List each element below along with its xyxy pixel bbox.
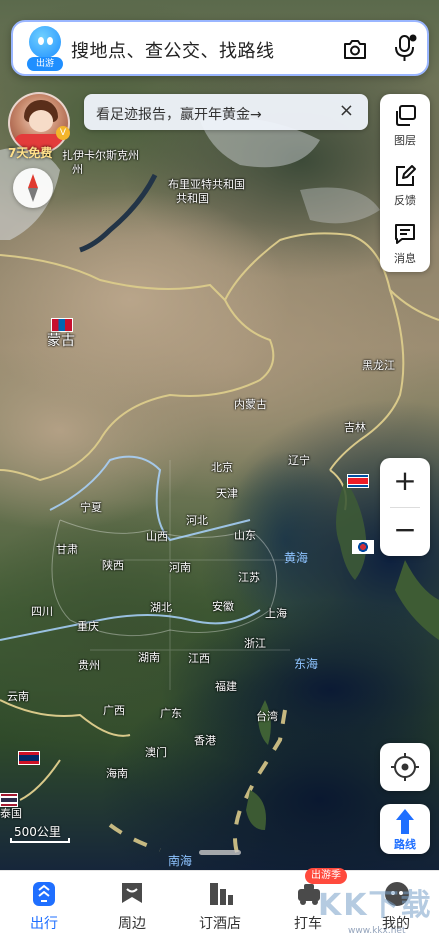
- footprint-report-banner[interactable]: 看足迹报告，赢开年黄金→ ×: [84, 94, 368, 130]
- banner-text[interactable]: 看足迹报告，赢开年黄金→: [96, 104, 262, 124]
- zoom-control: + −: [380, 458, 430, 556]
- thailand-flag-icon: [0, 793, 18, 807]
- map-label-hunan[interactable]: 湖南: [138, 652, 160, 663]
- search-bar[interactable]: 出游 搜地点、查公交、找路线: [11, 20, 429, 76]
- vip-badge: V: [56, 126, 70, 140]
- map-label-hainan[interactable]: 海南: [106, 768, 128, 779]
- map-label-buryatia: 布里亚特共和国: [168, 178, 245, 191]
- map-label-shanghai[interactable]: 上海: [265, 608, 287, 619]
- map-label-shanxi[interactable]: 山西: [146, 531, 168, 542]
- south-korea-flag-icon: [352, 540, 374, 554]
- map-label-beijing[interactable]: 北京: [211, 462, 233, 473]
- map-label-henan[interactable]: 河南: [169, 562, 191, 573]
- map-label-yellow-sea: 黄海: [284, 551, 309, 565]
- watermark-url: www.kkx.net: [348, 926, 406, 936]
- locate-button[interactable]: [380, 743, 430, 791]
- map-label-taiwan[interactable]: 台湾: [256, 711, 278, 722]
- map-label-hubei[interactable]: 湖北: [150, 602, 172, 613]
- hotel-icon: [210, 883, 233, 905]
- search-input[interactable]: 搜地点、查公交、找路线: [71, 37, 275, 63]
- map-label-heilongjiang[interactable]: 黑龙江: [362, 360, 395, 371]
- zoom-in-button[interactable]: +: [380, 458, 430, 507]
- map-label-south-china-sea: 南海: [168, 854, 193, 868]
- map-label-hebei[interactable]: 河北: [186, 515, 208, 526]
- scale-bar: [10, 838, 70, 843]
- map-label-mongolia[interactable]: 蒙古: [47, 334, 75, 348]
- drag-handle[interactable]: [199, 850, 241, 855]
- microphone-icon[interactable]: [393, 34, 417, 62]
- map-label-guangdong[interactable]: 广东: [160, 708, 182, 719]
- map-label-zabaykalsky-line2: 州: [72, 163, 83, 176]
- map-label-liaoning[interactable]: 辽宁: [288, 455, 310, 466]
- tab-travel[interactable]: 出行: [0, 871, 88, 938]
- watermark: KK下载: [318, 888, 433, 923]
- map-label-jiangxi[interactable]: 江西: [188, 653, 210, 664]
- map-label-inner-mongolia[interactable]: 内蒙古: [234, 399, 267, 410]
- tab-hotel-label: 订酒店: [199, 916, 241, 932]
- messages-label: 消息: [394, 252, 416, 265]
- route-arrow-icon: [396, 809, 414, 834]
- map-label-yunnan[interactable]: 云南: [7, 691, 29, 702]
- map-label-east-china-sea: 东海: [294, 657, 319, 671]
- locate-icon: [391, 753, 419, 781]
- map-label-chongqing[interactable]: 重庆: [77, 621, 99, 632]
- map-label-guangxi[interactable]: 广西: [103, 705, 125, 716]
- mascot-icon: [29, 26, 61, 58]
- map-tools-panel: 图层 反馈 消息: [380, 94, 430, 272]
- map-label-sichuan[interactable]: 四川: [31, 606, 53, 617]
- nearby-icon: [122, 883, 142, 903]
- map-label-jilin[interactable]: 吉林: [344, 422, 366, 433]
- feedback-button[interactable]: 反馈: [380, 156, 430, 214]
- route-label: 路线: [394, 838, 416, 851]
- map-label-hongkong[interactable]: 香港: [194, 735, 216, 746]
- avatar-promo-label[interactable]: 7天免费: [8, 144, 52, 161]
- camera-icon[interactable]: [343, 38, 367, 60]
- map-label-jiangsu[interactable]: 江苏: [238, 572, 260, 583]
- feedback-edit-icon: [396, 165, 416, 186]
- tab-nearby[interactable]: 周边: [88, 871, 176, 938]
- messages-button[interactable]: 消息: [380, 214, 430, 272]
- tab-hotel[interactable]: 订酒店: [176, 871, 264, 938]
- map-label-buryatia-line2: 共和国: [176, 192, 209, 205]
- map-label-thailand[interactable]: 泰国: [0, 808, 22, 819]
- travel-icon: [33, 882, 55, 906]
- mongolia-flag-icon: [51, 318, 73, 332]
- route-button[interactable]: 路线: [380, 804, 430, 854]
- feedback-label: 反馈: [394, 194, 416, 207]
- zoom-out-button[interactable]: −: [380, 507, 430, 556]
- map-label-guizhou[interactable]: 贵州: [78, 660, 100, 671]
- layers-label: 图层: [394, 134, 416, 147]
- layers-button[interactable]: 图层: [380, 96, 430, 154]
- compass-button[interactable]: [13, 168, 53, 208]
- compass-icon: [28, 174, 38, 202]
- map-label-anhui[interactable]: 安徽: [212, 601, 234, 612]
- map-label-ningxia[interactable]: 宁夏: [80, 502, 102, 513]
- map-label-gansu[interactable]: 甘肃: [56, 544, 78, 555]
- map-label-zabaykalsky: 扎伊卡尔斯克州: [62, 149, 139, 162]
- logo-tag: 出游: [27, 57, 63, 71]
- app-logo[interactable]: 出游: [27, 24, 63, 74]
- map-label-macau[interactable]: 澳门: [145, 747, 167, 758]
- laos-flag-icon: [18, 751, 40, 765]
- message-icon: [395, 224, 415, 244]
- map-label-zhejiang[interactable]: 浙江: [244, 638, 266, 649]
- close-icon[interactable]: ×: [339, 102, 354, 120]
- map-label-fujian[interactable]: 福建: [215, 681, 237, 692]
- north-korea-flag-icon: [347, 474, 369, 488]
- map-label-shaanxi[interactable]: 陕西: [102, 560, 124, 571]
- tab-travel-label: 出行: [30, 916, 58, 932]
- map-label-tianjin[interactable]: 天津: [216, 488, 238, 499]
- tab-nearby-label: 周边: [118, 916, 146, 932]
- map-label-shandong[interactable]: 山东: [234, 530, 256, 541]
- layers-icon: [396, 105, 416, 126]
